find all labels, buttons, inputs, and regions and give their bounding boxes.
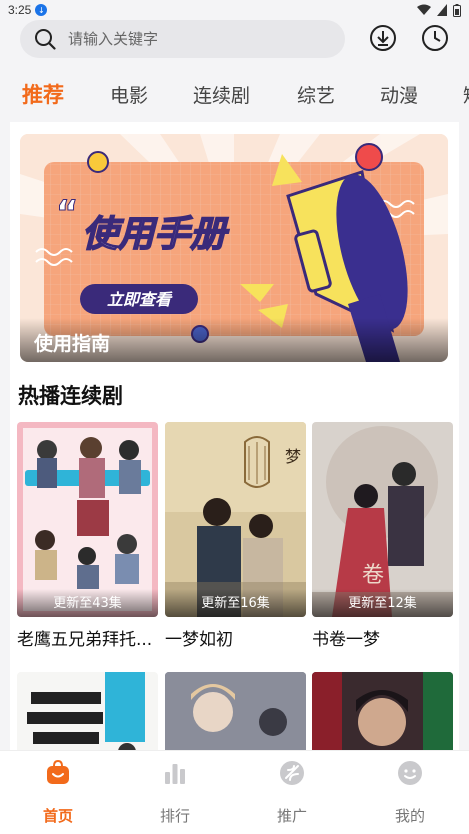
download-button[interactable]: [369, 24, 397, 52]
promote-icon: [278, 759, 306, 787]
svg-text:梦: 梦: [285, 447, 301, 466]
banner-button: 立即查看: [107, 290, 173, 309]
banner[interactable]: “ 使用手册 立即查看 使用指南: [20, 134, 448, 362]
poster-image: [17, 672, 158, 750]
card-title: 一梦如初: [165, 630, 233, 650]
main-content: “ 使用手册 立即查看 使用指南 热播连续剧 更新至43集 老鹰五兄弟拜托...…: [10, 122, 459, 750]
status-indicators: [417, 3, 461, 17]
top-bar: [0, 18, 469, 60]
tab-anime[interactable]: 动漫: [380, 81, 418, 108]
poster-image: [17, 422, 158, 617]
drama-card[interactable]: [17, 672, 158, 750]
search-icon: [35, 29, 56, 50]
search-input[interactable]: [68, 30, 308, 48]
nav-profile[interactable]: 我的: [370, 759, 450, 826]
status-time: 3:25: [8, 3, 32, 17]
search-bar[interactable]: [20, 20, 345, 58]
section-title: 热播连续剧: [18, 384, 123, 408]
episode-badge: 更新至12集: [312, 589, 453, 617]
banner-caption: 使用指南: [34, 333, 111, 355]
nav-home[interactable]: 首页: [18, 759, 98, 826]
ranking-icon: [161, 759, 189, 787]
svg-text:“: “: [56, 193, 78, 233]
nav-label: 排行: [159, 807, 190, 825]
category-tabs: 推荐 电影 连续剧 综艺 动漫 短: [0, 74, 469, 114]
drama-card[interactable]: [312, 672, 453, 750]
poster: [17, 672, 158, 750]
episode-badge: 更新至16集: [165, 589, 306, 617]
wifi-icon: [417, 4, 431, 15]
bottom-navigation: 首页 排行 推广 我的: [0, 750, 469, 834]
banner-headline: 使用手册: [82, 214, 230, 255]
poster-image: [165, 672, 306, 750]
poster: 梦 更新至16集: [165, 422, 306, 617]
poster-image: [312, 672, 453, 750]
status-bar: 3:25 ↓: [0, 0, 469, 20]
home-icon: [44, 759, 72, 787]
drama-card[interactable]: 梦 更新至16集 一梦如初: [165, 422, 306, 650]
notification-icon: ↓: [35, 4, 48, 16]
drama-card[interactable]: 更新至43集 老鹰五兄弟拜托...: [17, 422, 158, 650]
drama-card[interactable]: 卷 更新至12集 书卷一梦: [312, 422, 453, 650]
poster: 更新至43集: [17, 422, 158, 617]
nav-ranking[interactable]: 排行: [135, 759, 215, 826]
poster: [165, 672, 306, 750]
download-icon: [370, 25, 396, 51]
poster: [312, 672, 453, 750]
tab-movies[interactable]: 电影: [110, 81, 148, 108]
battery-icon: [453, 3, 461, 17]
card-title: 老鹰五兄弟拜托...: [17, 630, 153, 650]
history-button[interactable]: [421, 24, 449, 52]
nav-label: 首页: [42, 807, 73, 825]
nav-label: 推广: [276, 807, 307, 825]
poster-image: 梦: [165, 422, 306, 617]
tab-recommend[interactable]: 推荐: [22, 79, 64, 109]
tab-short[interactable]: 短: [463, 81, 469, 108]
tab-series[interactable]: 连续剧: [193, 81, 250, 108]
episode-badge: 更新至43集: [17, 589, 158, 617]
poster-image: 卷: [312, 422, 453, 617]
drama-card[interactable]: [165, 672, 306, 750]
nav-promote[interactable]: 推广: [252, 759, 332, 826]
clock-icon: [422, 25, 448, 51]
tab-variety[interactable]: 综艺: [297, 81, 335, 108]
card-title: 书卷一梦: [312, 630, 380, 650]
signal-icon: [437, 4, 447, 16]
nav-label: 我的: [394, 807, 425, 825]
profile-icon: [396, 759, 424, 787]
svg-text:卷: 卷: [362, 563, 384, 588]
poster: 卷 更新至12集: [312, 422, 453, 617]
